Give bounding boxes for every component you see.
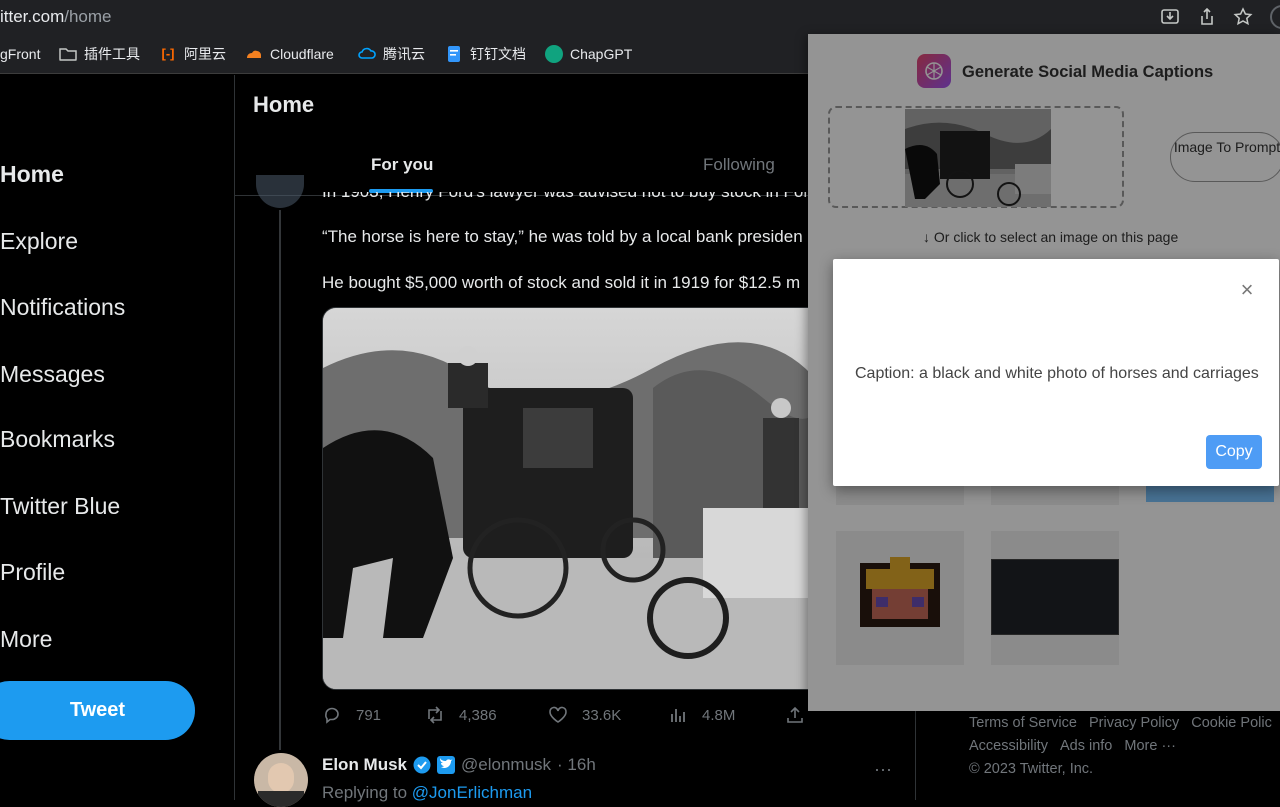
nav-more[interactable]: More	[0, 626, 52, 653]
bookmark-label: gFront	[0, 46, 41, 62]
bookmark-label: ChapGPT	[570, 46, 633, 62]
share-icon	[787, 706, 803, 723]
bookmark-item[interactable]: [-] 阿里云	[159, 44, 227, 64]
views-count: 4.8M	[702, 706, 736, 724]
copy-button[interactable]: Copy	[1206, 435, 1262, 469]
heart-icon	[549, 706, 567, 723]
caption-modal: × Caption: a black and white photo of ho…	[833, 259, 1279, 486]
views-chart-icon	[671, 709, 685, 722]
close-icon[interactable]: ×	[1238, 279, 1256, 301]
page-title: Home	[253, 92, 315, 117]
bookmark-item[interactable]: gFront	[0, 44, 40, 64]
author-name[interactable]: Elon Musk	[322, 755, 407, 775]
nav-bookmarks[interactable]: Bookmarks	[0, 426, 115, 453]
twitter-affiliate-icon	[437, 756, 456, 774]
aliyun-icon: [-]	[161, 46, 175, 61]
nav-home[interactable]: Home	[0, 161, 64, 188]
bookmark-star-icon[interactable]	[1233, 7, 1253, 27]
replying-prefix: Replying to	[322, 783, 408, 802]
views-action[interactable]: 4.8M	[668, 705, 735, 725]
profile-avatar-icon[interactable]	[1270, 5, 1280, 29]
nav-profile[interactable]: Profile	[0, 559, 65, 586]
bookmark-label: 阿里云	[184, 46, 226, 62]
tweet-text-line: In 1903, Henry Ford's lawyer was advised…	[322, 182, 819, 201]
tweet-text-line: He bought $5,000 worth of stock and sold…	[322, 273, 801, 292]
nav-notifications[interactable]: Notifications	[0, 294, 125, 321]
replying-to-link[interactable]: @JonErlichman	[412, 783, 532, 802]
bookmark-item[interactable]: Cloudflare	[245, 44, 334, 64]
tweet-button[interactable]: Tweet	[0, 681, 195, 740]
reply-action[interactable]: 791	[322, 705, 381, 725]
dingtalk-docs-icon	[448, 46, 460, 62]
footer-link[interactable]: Ads info	[1060, 738, 1112, 754]
like-count: 33.6K	[582, 706, 622, 724]
chatgpt-icon	[545, 45, 563, 63]
tab-for-you[interactable]: For you	[371, 155, 433, 175]
footer-link[interactable]: Terms of Service	[969, 715, 1077, 731]
share-action[interactable]	[785, 705, 805, 725]
reply-count: 791	[356, 706, 382, 724]
url-host: itter.com	[0, 7, 65, 26]
like-action[interactable]: 33.6K	[548, 705, 621, 725]
tweet-text-line: “The horse is here to stay,” he was told…	[322, 227, 803, 246]
nav-explore[interactable]: Explore	[0, 228, 78, 255]
reply-tweet-header: Elon Musk @elonmusk · 16h	[322, 755, 596, 775]
footer-link[interactable]: Privacy Policy	[1089, 715, 1179, 731]
bookmark-label: 插件工具	[84, 46, 140, 62]
tab-following[interactable]: Following	[703, 155, 775, 175]
bookmark-label: 腾讯云	[383, 46, 425, 62]
more-options-icon[interactable]: ···	[874, 759, 892, 780]
copyright: © 2023 Twitter, Inc.	[969, 761, 1094, 777]
cloudflare-icon	[247, 50, 261, 58]
browser-toolbar: itter.com/home	[0, 0, 1280, 34]
install-app-icon[interactable]	[1160, 7, 1180, 27]
nav-twitter-blue[interactable]: Twitter Blue	[0, 493, 120, 520]
footer-link[interactable]: Cookie Polic	[1191, 715, 1272, 731]
footer-links: Terms of Service Privacy Policy Cookie Pol…	[969, 712, 1280, 781]
bookmark-item[interactable]: 腾讯云	[358, 44, 425, 64]
column-divider	[234, 75, 235, 800]
author-handle[interactable]: @elonmusk	[461, 755, 551, 775]
tweet-time[interactable]: · 16h	[557, 755, 596, 775]
retweet-count: 4,386	[459, 706, 497, 724]
bookmark-item[interactable]: 插件工具	[59, 44, 140, 64]
reply-icon	[325, 707, 339, 724]
bookmark-item[interactable]: 钉钉文档	[445, 44, 526, 64]
footer-link[interactable]: Accessibility	[969, 738, 1048, 754]
bookmark-label: 钉钉文档	[470, 46, 526, 62]
folder-icon	[59, 48, 77, 61]
share-icon[interactable]	[1197, 7, 1217, 27]
retweet-action[interactable]: 4,386	[425, 705, 497, 725]
bookmark-item[interactable]: ChapGPT	[545, 44, 632, 64]
replying-to: Replying to @JonErlichman	[322, 783, 532, 803]
address-bar[interactable]: itter.com/home	[0, 7, 112, 27]
footer-link[interactable]: More ···	[1124, 738, 1176, 754]
tencent-cloud-icon	[358, 47, 376, 59]
thread-line	[279, 210, 281, 750]
avatar[interactable]	[256, 175, 304, 208]
bookmark-label: Cloudflare	[270, 46, 334, 62]
nav-messages[interactable]: Messages	[0, 361, 105, 388]
caption-text: Caption: a black and white photo of hors…	[855, 365, 1259, 382]
avatar[interactable]	[254, 753, 308, 807]
tweet-photo[interactable]	[322, 307, 822, 690]
verified-badge-icon	[413, 756, 431, 774]
retweet-icon	[428, 706, 442, 724]
url-path: /home	[64, 7, 112, 26]
